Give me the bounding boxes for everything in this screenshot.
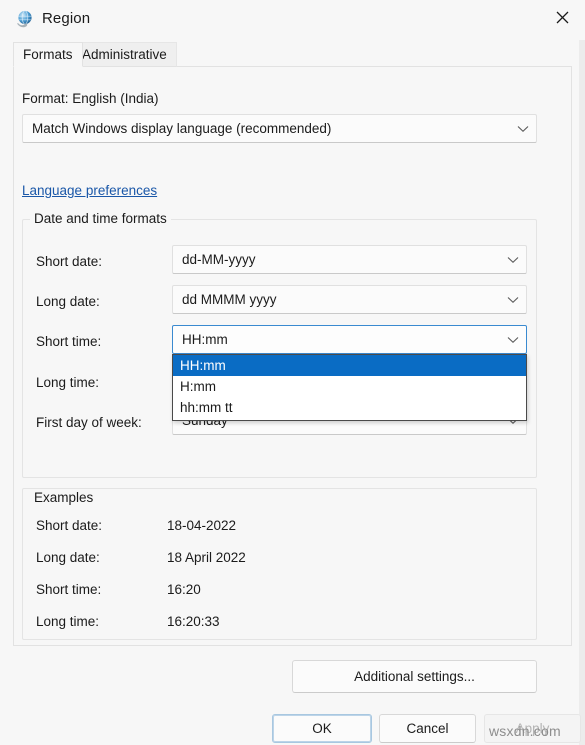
- short-time-label: Short time:: [36, 334, 102, 349]
- chevron-down-icon: [500, 336, 526, 344]
- short-date-label: Short date:: [36, 254, 103, 269]
- long-date-combo-box[interactable]: dd MMMM yyyy: [172, 285, 527, 314]
- example-short-date-label: Short date:: [36, 518, 103, 533]
- format-label: Format: English (India): [22, 91, 159, 106]
- ok-button-label: OK: [312, 721, 332, 736]
- site-watermark: wsxdn.com: [489, 723, 561, 739]
- example-long-date-value: 18 April 2022: [167, 550, 246, 565]
- short-time-combo-box[interactable]: HH:mm: [172, 325, 527, 354]
- short-date-combo-value: dd-MM-yyyy: [182, 252, 256, 267]
- example-short-time-value: 16:20: [167, 582, 201, 597]
- tab-formats-label: Formats: [23, 47, 73, 62]
- dropdown-option-hh-mm[interactable]: HH:mm: [173, 355, 526, 376]
- chevron-down-icon: [500, 256, 526, 264]
- example-long-time-value: 16:20:33: [167, 614, 220, 629]
- dropdown-option-hh-mm-tt[interactable]: hh:mm tt: [173, 397, 526, 418]
- close-x-glyph: [556, 11, 568, 23]
- format-combo-value: Match Windows display language (recommen…: [32, 121, 332, 136]
- example-short-time-label: Short time:: [36, 582, 102, 597]
- cancel-button-label: Cancel: [406, 721, 449, 736]
- additional-settings-button[interactable]: Additional settings...: [292, 660, 537, 693]
- tab-administrative-label: Administrative: [82, 47, 167, 62]
- additional-settings-button-label: Additional settings...: [354, 669, 475, 684]
- tab-administrative[interactable]: Administrative: [72, 42, 177, 67]
- short-date-combo-box[interactable]: dd-MM-yyyy: [172, 245, 527, 274]
- date-time-formats-group-title: Date and time formats: [30, 211, 171, 226]
- examples-group-title: Examples: [30, 490, 98, 505]
- region-globe-icon: [14, 9, 34, 29]
- tab-formats[interactable]: Formats: [13, 42, 83, 67]
- title-bar: Region: [0, 0, 585, 40]
- long-date-label: Long date:: [36, 294, 100, 309]
- short-time-combo-value: HH:mm: [182, 332, 228, 347]
- short-time-dropdown-list[interactable]: HH:mm H:mm hh:mm tt: [172, 354, 527, 421]
- ok-button[interactable]: OK: [272, 714, 372, 743]
- window-right-edge-shade: [579, 0, 585, 745]
- first-day-of-week-label: First day of week:: [36, 415, 142, 430]
- tab-strip: Formats Administrative: [0, 42, 585, 67]
- long-date-combo-value: dd MMMM yyyy: [182, 292, 277, 307]
- cancel-button[interactable]: Cancel: [379, 714, 476, 743]
- example-long-date-label: Long date:: [36, 550, 100, 565]
- example-long-time-label: Long time:: [36, 614, 100, 629]
- format-combo-box[interactable]: Match Windows display language (recommen…: [22, 114, 537, 143]
- example-short-date-value: 18-04-2022: [167, 518, 237, 533]
- close-icon[interactable]: [539, 0, 585, 34]
- long-time-label: Long time:: [36, 375, 100, 390]
- dropdown-option-h-mm[interactable]: H:mm: [173, 376, 526, 397]
- chevron-down-icon: [510, 125, 536, 133]
- chevron-down-icon: [500, 296, 526, 304]
- language-preferences-link[interactable]: Language preferences: [22, 183, 157, 198]
- window-title: Region: [42, 10, 91, 27]
